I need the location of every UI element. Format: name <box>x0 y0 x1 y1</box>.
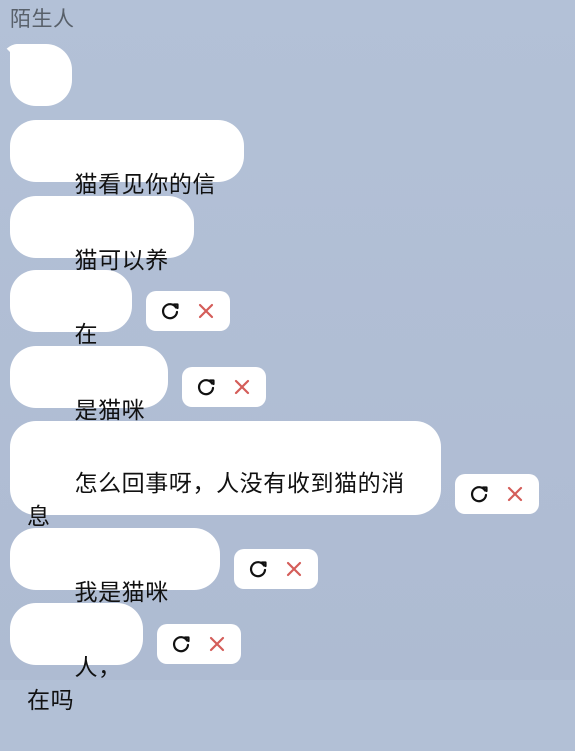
retry-icon[interactable] <box>158 299 182 323</box>
message-row: 我是猫咪呀，人 <box>10 528 318 639</box>
close-icon[interactable] <box>205 632 229 656</box>
retry-icon[interactable] <box>169 632 193 656</box>
message-row: 是猫咪呀！ <box>10 346 266 457</box>
message-bubble[interactable]: 猫看见你的信息了 <box>10 120 244 231</box>
message-text: 人，在吗 <box>27 655 122 714</box>
message-bubble[interactable]: 怎么回事呀，人没有收到猫的消息 吗 <box>10 421 441 563</box>
message-row: 人 <box>10 44 72 153</box>
close-icon[interactable] <box>282 557 306 581</box>
message-bubble[interactable]: 是猫咪呀！ <box>10 346 168 457</box>
message-row: 猫看见你的信息了 <box>10 120 244 231</box>
message-controls <box>146 291 230 331</box>
close-icon[interactable] <box>194 299 218 323</box>
message-controls <box>234 549 318 589</box>
message-row: 猫可以养你！ <box>10 196 194 307</box>
message-controls <box>455 474 539 514</box>
message-bubble[interactable]: 猫可以养你！ <box>10 196 194 307</box>
message-row: 在吗 <box>10 270 230 409</box>
retry-icon[interactable] <box>194 375 218 399</box>
message-bubble[interactable]: 人，在吗 <box>10 603 143 714</box>
message-bubble[interactable]: 人 <box>10 44 72 153</box>
message-bubble[interactable]: 我是猫咪呀，人 <box>10 528 220 639</box>
sender-name: 陌生人 <box>10 7 75 31</box>
message-controls <box>182 367 266 407</box>
message-row: 人，在吗 <box>10 603 241 714</box>
chat-screen: 陌生人 人 猫看见你的信息了 猫可以养你！ 在吗 <box>0 0 575 714</box>
retry-icon[interactable] <box>246 557 270 581</box>
message-controls <box>157 624 241 664</box>
close-icon[interactable] <box>503 482 527 506</box>
retry-icon[interactable] <box>467 482 491 506</box>
message-row: 怎么回事呀，人没有收到猫的消息 吗 <box>10 421 539 563</box>
close-icon[interactable] <box>230 375 254 399</box>
message-bubble[interactable]: 在吗 <box>10 270 132 409</box>
